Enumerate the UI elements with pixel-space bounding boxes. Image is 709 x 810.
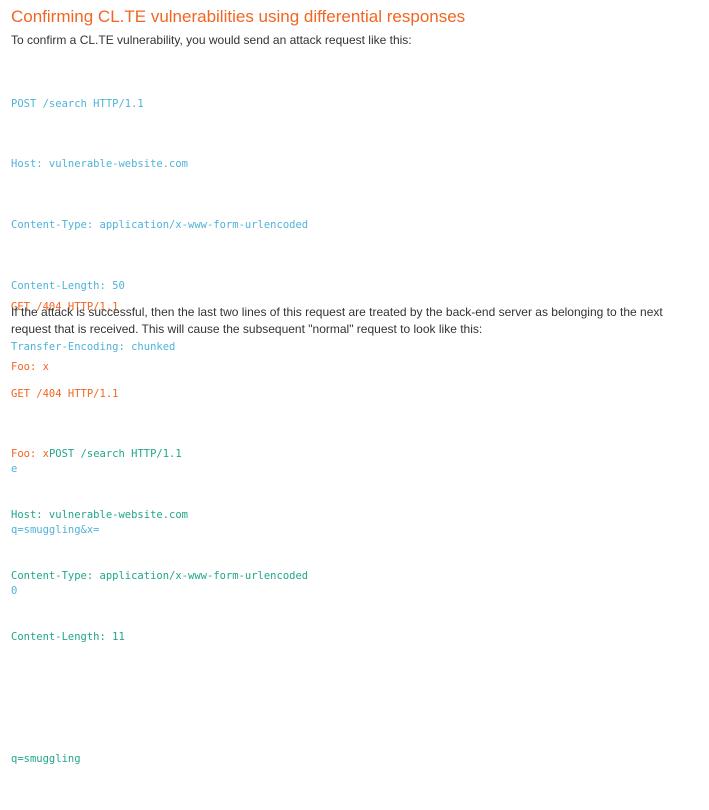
article-section: Confirming CL.TE vulnerabilities using d…: [0, 0, 709, 765]
resulting-request-code-block: GET /404 HTTP/1.1 Foo: xPOST /search HTT…: [11, 343, 308, 810]
smuggled-fragment: Foo: x: [11, 448, 49, 461]
intro-paragraph: To confirm a CL.TE vulnerability, you wo…: [11, 33, 412, 47]
code-line: Content-Type: application/x-www-form-url…: [11, 570, 309, 583]
code-line: Host: vulnerable-website.com: [11, 509, 189, 522]
code-line: Host: vulnerable-website.com: [11, 158, 189, 171]
code-line: Content-Type: application/x-www-form-url…: [11, 219, 309, 232]
code-line: GET /404 HTTP/1.1: [11, 387, 119, 400]
normal-request-fragment: POST /search HTTP/1.1: [48, 448, 182, 461]
explanation-paragraph: If the attack is successful, then the la…: [11, 305, 663, 336]
code-line: q=smuggling: [11, 752, 81, 765]
code-line: POST /search HTTP/1.1: [11, 97, 144, 110]
code-line: Content-Length: 11: [11, 631, 125, 644]
code-line-merged: Foo: xPOST /search HTTP/1.1: [11, 444, 308, 464]
section-heading: Confirming CL.TE vulnerabilities using d…: [11, 7, 466, 26]
